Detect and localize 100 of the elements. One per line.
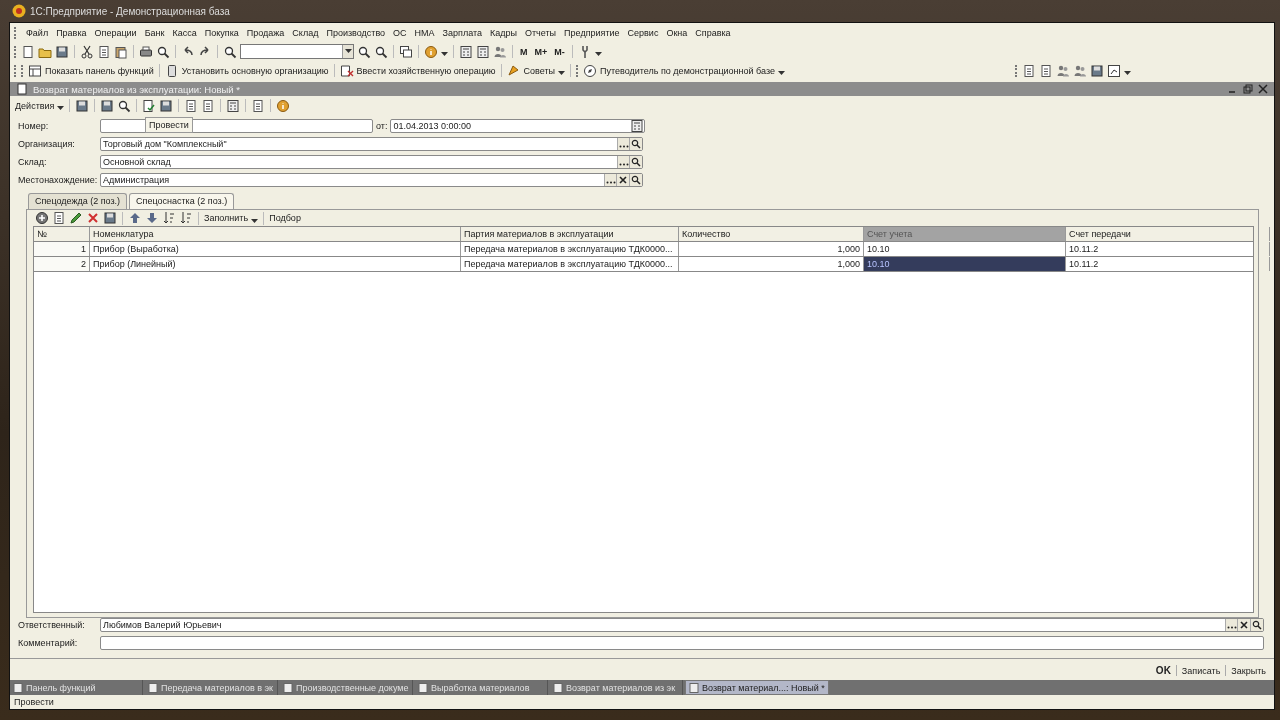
toolbar-button[interactable]: Ввести хозяйственную операцию (356, 65, 496, 76)
restore-icon[interactable] (1243, 84, 1253, 94)
selection-button[interactable]: Подбор (269, 213, 301, 223)
info-icon[interactable] (424, 44, 438, 59)
menu-item[interactable]: НМА (414, 27, 435, 38)
close-icon[interactable] (1258, 84, 1268, 94)
comment-field[interactable] (100, 636, 1264, 650)
menu-item[interactable]: Операции (94, 27, 137, 38)
operation-icon[interactable] (339, 63, 354, 78)
search-icon[interactable] (629, 138, 642, 150)
input-field[interactable]: Администрация (100, 173, 643, 187)
memory-button[interactable]: M (518, 46, 530, 57)
caret-icon[interactable] (344, 49, 352, 54)
form-button[interactable]: Записать (1181, 665, 1221, 676)
scissors-icon[interactable] (80, 44, 94, 59)
column-header[interactable]: Счет передачи (1066, 227, 1270, 241)
form-button[interactable]: Закрыть (1231, 665, 1266, 676)
menu-item[interactable]: Сервис (627, 27, 659, 38)
calculator-icon[interactable] (459, 44, 473, 59)
caret-icon[interactable] (778, 71, 785, 76)
date-field[interactable]: 01.04.2013 0:00:00 (390, 119, 646, 133)
find-icon[interactable] (357, 44, 371, 59)
caret-icon[interactable] (558, 71, 566, 76)
search-icon[interactable] (629, 156, 642, 168)
ellipsis-icon[interactable] (604, 174, 616, 186)
taskbar-item[interactable]: Возврат материалов из эк (550, 680, 683, 695)
menu-item[interactable]: Кадры (490, 27, 517, 38)
memory-button[interactable]: M+ (532, 46, 550, 57)
input-field[interactable]: Торговый дом "Комплексный" (100, 137, 643, 151)
arrow-up-icon[interactable] (128, 211, 142, 225)
find-icon[interactable] (374, 44, 388, 59)
ellipsis-icon[interactable] (617, 138, 629, 150)
menu-item[interactable]: Касса (172, 27, 197, 38)
windows-icon[interactable] (399, 44, 413, 59)
sort-icon[interactable] (179, 211, 193, 225)
menu-item[interactable]: ОС (393, 27, 407, 38)
toolbar-button[interactable]: Показать панель функций (45, 65, 154, 76)
caret-icon[interactable] (441, 52, 448, 57)
menu-item[interactable]: Отчеты (525, 27, 557, 38)
menu-item[interactable]: Справка (695, 27, 731, 38)
input-field[interactable]: Основной склад (100, 155, 643, 169)
calendar-icon[interactable] (630, 119, 645, 133)
post-icon[interactable] (142, 98, 157, 113)
chart-icon[interactable] (1107, 63, 1121, 78)
tab[interactable]: Спецоснастка (2 поз.) (129, 193, 235, 209)
search-icon[interactable] (1250, 619, 1263, 631)
menu-item[interactable]: Файл (26, 27, 49, 38)
delete-icon[interactable] (86, 211, 100, 225)
search-icon[interactable] (223, 44, 237, 59)
caret-icon[interactable] (1124, 71, 1131, 76)
copy-icon[interactable] (97, 44, 111, 59)
search-icon[interactable] (629, 174, 642, 186)
page-magnifier-icon[interactable] (117, 98, 132, 113)
tab[interactable]: Спецодежда (2 поз.) (28, 193, 128, 209)
input-field[interactable]: Любимов Валерий Юрьевич (100, 618, 1264, 632)
caret-icon[interactable] (251, 218, 259, 224)
compass-icon[interactable] (583, 63, 598, 78)
form-button[interactable]: OK (1155, 665, 1171, 676)
sort-icon[interactable] (162, 211, 176, 225)
toolbar-button[interactable]: Советы (523, 65, 556, 76)
ellipsis-icon[interactable] (1225, 619, 1237, 631)
taskbar-item[interactable]: Возврат материал...: Новый * (685, 680, 829, 695)
people-icon[interactable] (1056, 63, 1070, 78)
panel-icon[interactable] (28, 63, 42, 78)
menu-item[interactable]: Склад (292, 27, 319, 38)
menu-item[interactable]: Продажа (246, 27, 285, 38)
copy-icon[interactable] (52, 211, 66, 225)
menu-item[interactable]: Зарплата (442, 27, 482, 38)
menu-item[interactable]: Окна (666, 27, 688, 38)
people-icon[interactable] (1073, 63, 1087, 78)
toolbar-button[interactable]: Установить основную организацию (181, 65, 329, 76)
printer-icon[interactable] (139, 44, 153, 59)
ellipsis-icon[interactable] (617, 156, 629, 168)
search-combobox[interactable] (240, 44, 354, 59)
column-header[interactable]: Партия материалов в эксплуатации (461, 227, 679, 241)
add-icon[interactable] (35, 211, 49, 225)
document-icon[interactable] (21, 44, 35, 59)
calendar-icon[interactable] (476, 44, 490, 59)
fill-menu[interactable]: Заполнить (204, 213, 249, 223)
menu-item[interactable]: Производство (326, 27, 386, 38)
menu-item[interactable]: Покупка (204, 27, 239, 38)
caret-icon[interactable] (57, 106, 65, 111)
clear-icon[interactable] (1237, 619, 1250, 631)
toolbar-button[interactable]: Путеводитель по демонстрационной базе (600, 65, 775, 76)
clipboard-icon[interactable] (114, 44, 128, 59)
clear-icon[interactable] (616, 174, 629, 186)
memory-button[interactable]: M- (552, 46, 567, 57)
menu-item[interactable]: Предприятие (564, 27, 620, 38)
caret-icon[interactable] (594, 52, 602, 57)
menu-item[interactable]: Банк (144, 27, 165, 38)
menu-item[interactable]: Правка (56, 27, 87, 38)
column-header[interactable]: Номенклатура (90, 227, 461, 241)
taskbar-item[interactable]: Передача материалов в эк (145, 680, 278, 695)
actions-menu[interactable]: Действия (14, 100, 55, 111)
page-magnifier-icon[interactable] (156, 44, 170, 59)
taskbar-item[interactable]: Производственные докуме (280, 680, 413, 695)
people-icon[interactable] (493, 44, 507, 59)
taskbar-item[interactable]: Панель функций (10, 680, 143, 695)
column-header[interactable]: № (34, 227, 90, 241)
arrow-down-icon[interactable] (145, 211, 159, 225)
